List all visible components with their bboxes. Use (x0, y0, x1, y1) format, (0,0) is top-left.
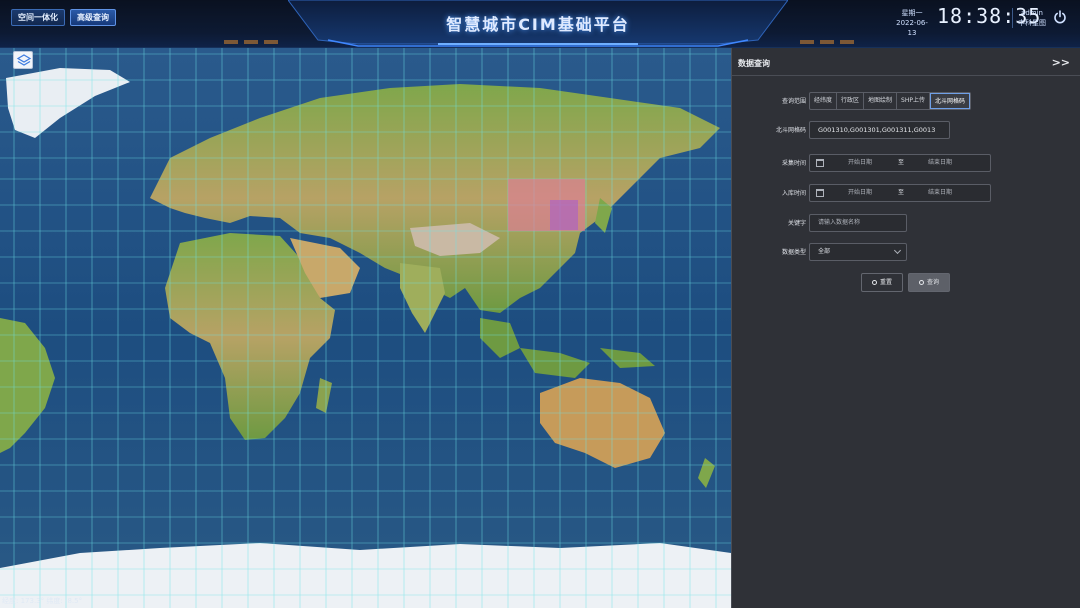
coordinates-readout: 经度: 173.3° 纬度: -8.5° (2, 597, 83, 605)
tab-beidou-grid[interactable]: 北斗网格码 (930, 93, 971, 109)
storage-time-row: 入库时间 开始日期 至 结束日期 (732, 184, 1080, 204)
query-range-label: 查询范围 (781, 98, 806, 105)
collapse-panel-button[interactable]: >> (1052, 56, 1070, 69)
date-text: 2022-06-13 (896, 19, 928, 37)
header-decoration (244, 40, 258, 44)
panel-header: 数据查询 >> (732, 48, 1080, 76)
search-icon (871, 280, 877, 285)
panel-title: 数据查询 (738, 59, 770, 68)
storage-end-date[interactable]: 结束日期 (928, 185, 952, 201)
reset-label: 重置 (879, 279, 892, 286)
header: 空间一体化 高级查询 智慧城市CIM基础平台 星期一 2022-06-13 18… (0, 0, 1080, 48)
header-separator (1012, 8, 1013, 28)
app: 空间一体化 高级查询 智慧城市CIM基础平台 星期一 2022-06-13 18… (0, 0, 1080, 608)
data-type-select[interactable]: 全部 (809, 243, 907, 261)
landmass-antarctica (0, 543, 731, 608)
header-decoration (820, 40, 834, 44)
collect-end-date[interactable]: 结束日期 (928, 155, 952, 171)
calendar-icon (816, 189, 824, 197)
storage-to-label: 至 (898, 189, 905, 196)
collect-time-label: 采集时间 (781, 160, 806, 167)
header-decoration (264, 40, 278, 44)
query-range-row: 查询范围 经纬度 行政区 地图绘制 SHP上传 北斗网格码 (732, 92, 1080, 112)
nav-button-space-integration[interactable]: 空间一体化 (11, 9, 65, 26)
data-type-row: 数据类型 全部 (732, 243, 1080, 263)
user-box[interactable]: admin 中科星图 (1016, 8, 1048, 28)
query-range-tabs: 经纬度 行政区 地图绘制 SHP上传 北斗网格码 (809, 92, 972, 110)
action-row: 重置 查询 (732, 273, 1080, 293)
tab-map-draw[interactable]: 地图绘制 (864, 93, 898, 109)
storage-start-date[interactable]: 开始日期 (848, 185, 872, 201)
world-map[interactable] (0, 48, 731, 608)
storage-date-range[interactable]: 开始日期 至 结束日期 (809, 184, 991, 202)
tab-shp-upload[interactable]: SHP上传 (897, 93, 930, 109)
page-title: 智慧城市CIM基础平台 (446, 15, 630, 34)
keyword-input[interactable]: 请输入数据名称 (809, 214, 907, 232)
reset-button[interactable]: 重置 (861, 273, 903, 292)
search-icon (918, 280, 924, 285)
query-label: 查询 (926, 279, 939, 286)
grid-code-row: 北斗网格码 G001310,G001301,G001311,G0013 (732, 121, 1080, 141)
tab-lonlat[interactable]: 经纬度 (810, 93, 838, 109)
data-query-panel: 数据查询 >> 查询范围 经纬度 行政区 地图绘制 SHP上传 北斗网格码 北斗… (731, 48, 1080, 608)
date-box: 星期一 2022-06-13 (892, 8, 932, 38)
grid-code-label: 北斗网格码 (775, 127, 806, 134)
keyword-label: 关键字 (787, 220, 806, 227)
header-decoration (224, 40, 238, 44)
data-type-value: 全部 (818, 248, 831, 255)
nav-button-advanced-query[interactable]: 高级查询 (70, 9, 116, 26)
user-name: admin (1021, 9, 1043, 17)
header-decoration (840, 40, 854, 44)
query-button[interactable]: 查询 (908, 273, 950, 292)
collect-start-date[interactable]: 开始日期 (848, 155, 872, 171)
chevron-down-icon (893, 246, 902, 255)
weekday-text: 星期一 (901, 9, 923, 17)
grid-code-input[interactable]: G001310,G001301,G001311,G0013 (809, 121, 950, 139)
keyword-row: 关键字 请输入数据名称 (732, 214, 1080, 234)
selected-grid-subregion (550, 200, 578, 230)
collect-to-label: 至 (898, 159, 905, 166)
data-type-label: 数据类型 (781, 249, 806, 256)
collect-time-row: 采集时间 开始日期 至 结束日期 (732, 154, 1080, 174)
collect-date-range[interactable]: 开始日期 至 结束日期 (809, 154, 991, 172)
calendar-icon (816, 159, 824, 167)
layers-icon (16, 54, 32, 66)
storage-time-label: 入库时间 (781, 190, 806, 197)
header-decoration (800, 40, 814, 44)
layers-button[interactable] (13, 51, 33, 69)
power-icon[interactable] (1053, 10, 1067, 24)
user-org: 中科星图 (1018, 19, 1046, 27)
tab-admin-region[interactable]: 行政区 (837, 93, 865, 109)
map-view[interactable]: 经度: 173.3° 纬度: -8.5° (0, 48, 731, 608)
